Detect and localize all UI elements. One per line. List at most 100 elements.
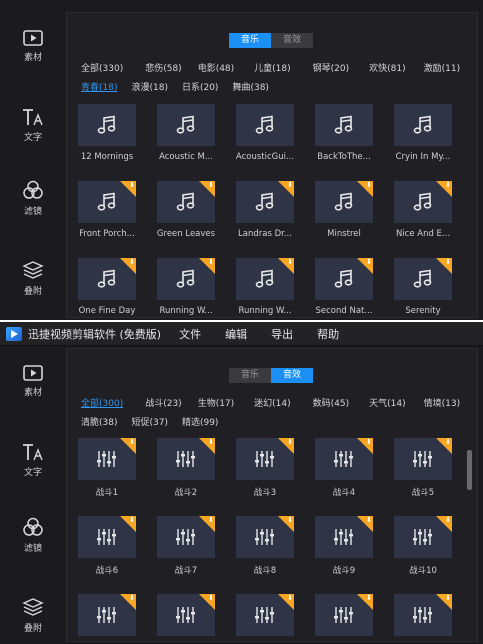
sidebar-item-filter[interactable]: 滤镜 xyxy=(0,180,66,217)
asset-thumbnail[interactable]: ⬇ xyxy=(315,594,373,636)
category-chip[interactable]: 全部(300) xyxy=(81,398,123,410)
asset-tile[interactable]: ⬇ 战斗6 xyxy=(78,516,136,576)
asset-thumbnail[interactable]: ⬇ xyxy=(78,516,136,558)
asset-thumbnail[interactable]: ⬇ xyxy=(157,516,215,558)
category-chip[interactable]: 日系(20) xyxy=(182,82,218,94)
asset-tile[interactable]: 12 Mornings xyxy=(78,104,136,162)
asset-thumbnail[interactable]: ⬇ xyxy=(157,594,215,636)
category-chip[interactable]: 精选(99) xyxy=(182,417,218,429)
category-chip[interactable]: 迷幻(14) xyxy=(254,398,290,410)
asset-tile[interactable]: ⬇ 战斗10 xyxy=(394,516,452,576)
asset-thumbnail[interactable]: ⬇ xyxy=(78,258,136,300)
asset-thumbnail[interactable]: ⬇ xyxy=(157,181,215,223)
asset-thumbnail[interactable]: ⬇ xyxy=(394,258,452,300)
asset-thumbnail[interactable] xyxy=(315,104,373,146)
sidebar-item-media[interactable]: 素材 xyxy=(0,365,66,398)
asset-tile[interactable]: ⬇ Running W... xyxy=(236,258,294,316)
asset-thumbnail[interactable]: ⬇ xyxy=(236,516,294,558)
asset-tile[interactable]: ⬇ xyxy=(236,594,294,642)
asset-tile[interactable]: ⬇ xyxy=(157,594,215,642)
asset-thumbnail[interactable]: ⬇ xyxy=(315,438,373,480)
asset-tile[interactable]: Cryin In My... xyxy=(394,104,452,162)
asset-thumbnail[interactable]: ⬇ xyxy=(78,438,136,480)
asset-tile[interactable]: ⬇ 战斗3 xyxy=(236,438,294,498)
asset-tile[interactable]: ⬇ 战斗1 xyxy=(78,438,136,498)
asset-thumbnail[interactable]: ⬇ xyxy=(78,594,136,636)
sidebar-item-filter[interactable]: 滤镜 xyxy=(0,517,66,554)
asset-thumbnail[interactable] xyxy=(78,104,136,146)
sidebar-item-text[interactable]: 文字 xyxy=(0,443,66,478)
asset-tile[interactable]: ⬇ One Fine Day xyxy=(78,258,136,316)
asset-tile[interactable]: ⬇ xyxy=(78,594,136,642)
asset-tile[interactable]: ⬇ Serenity xyxy=(394,258,452,316)
menu-edit[interactable]: 编辑 xyxy=(225,326,247,342)
tab-music[interactable]: 音乐 xyxy=(229,368,271,383)
asset-thumbnail[interactable]: ⬇ xyxy=(236,258,294,300)
asset-tile[interactable]: ⬇ xyxy=(315,594,373,642)
tab-music[interactable]: 音乐 xyxy=(229,33,271,48)
asset-tile[interactable]: ⬇ Landras Dr... xyxy=(236,181,294,239)
menu-help[interactable]: 帮助 xyxy=(317,326,339,342)
asset-tile[interactable]: ⬇ 战斗4 xyxy=(315,438,373,498)
asset-thumbnail[interactable]: ⬇ xyxy=(236,438,294,480)
asset-thumbnail[interactable]: ⬇ xyxy=(236,181,294,223)
asset-thumbnail[interactable]: ⬇ xyxy=(394,516,452,558)
asset-tile[interactable]: ⬇ 战斗2 xyxy=(157,438,215,498)
sidebar-item-media[interactable]: 素材 xyxy=(0,30,66,63)
tab-sound-effects[interactable]: 音效 xyxy=(271,33,313,48)
category-chip[interactable]: 生物(17) xyxy=(198,398,234,410)
menu-export[interactable]: 导出 xyxy=(271,326,293,342)
category-chip[interactable]: 天气(14) xyxy=(369,398,405,410)
asset-thumbnail[interactable] xyxy=(236,104,294,146)
sidebar-item-overlay[interactable]: 叠附 xyxy=(0,260,66,297)
asset-thumbnail[interactable]: ⬇ xyxy=(157,438,215,480)
asset-tile[interactable]: BackToThe... xyxy=(315,104,373,162)
category-chip[interactable]: 激励(11) xyxy=(424,63,460,75)
asset-tile[interactable]: ⬇ Running W... xyxy=(157,258,215,316)
category-chip[interactable]: 浪漫(18) xyxy=(131,82,167,94)
asset-thumbnail[interactable]: ⬇ xyxy=(78,181,136,223)
asset-tile[interactable]: ⬇ Nice And E... xyxy=(394,181,452,239)
category-chip[interactable]: 短促(37) xyxy=(131,417,167,429)
asset-thumbnail[interactable]: ⬇ xyxy=(394,438,452,480)
asset-thumbnail[interactable] xyxy=(157,104,215,146)
asset-tile[interactable]: ⬇ Second Nat... xyxy=(315,258,373,316)
category-chip[interactable]: 青春(18) xyxy=(81,82,117,94)
asset-tile[interactable]: ⬇ xyxy=(394,594,452,642)
category-chip[interactable]: 清脆(38) xyxy=(81,417,117,429)
menu-file[interactable]: 文件 xyxy=(179,326,201,342)
asset-tile[interactable]: ⬇ 战斗5 xyxy=(394,438,452,498)
asset-thumbnail[interactable]: ⬇ xyxy=(394,594,452,636)
category-chip[interactable]: 电影(48) xyxy=(198,63,234,75)
asset-thumbnail[interactable]: ⬇ xyxy=(236,594,294,636)
asset-tile[interactable]: Acoustic M... xyxy=(157,104,215,162)
asset-tile[interactable]: ⬇ 战斗8 xyxy=(236,516,294,576)
asset-thumbnail[interactable]: ⬇ xyxy=(394,181,452,223)
asset-tile[interactable]: AcousticGui... xyxy=(236,104,294,162)
asset-tile[interactable]: ⬇ Minstrel xyxy=(315,181,373,239)
asset-thumbnail[interactable]: ⬇ xyxy=(157,258,215,300)
category-chip[interactable]: 数码(45) xyxy=(313,398,349,410)
category-chip[interactable]: 情境(13) xyxy=(424,398,460,410)
asset-thumbnail[interactable]: ⬇ xyxy=(315,258,373,300)
sidebar-item-text[interactable]: 文字 xyxy=(0,108,66,143)
category-chip[interactable]: 悲伤(58) xyxy=(145,63,181,75)
asset-thumbnail[interactable]: ⬇ xyxy=(315,516,373,558)
asset-tile[interactable]: ⬇ Green Leaves xyxy=(157,181,215,239)
asset-thumbnail[interactable] xyxy=(394,104,452,146)
asset-title: Cryin In My... xyxy=(395,152,451,162)
asset-tile[interactable]: ⬇ 战斗9 xyxy=(315,516,373,576)
category-chip[interactable]: 钢琴(20) xyxy=(313,63,349,75)
category-chip[interactable]: 全部(330) xyxy=(81,63,123,75)
category-chip[interactable]: 战斗(23) xyxy=(145,398,181,410)
category-chip[interactable]: 欢快(81) xyxy=(369,63,405,75)
asset-title: 战斗2 xyxy=(174,488,198,498)
sidebar-item-overlay[interactable]: 叠附 xyxy=(0,597,66,634)
category-chip[interactable]: 儿童(18) xyxy=(254,63,290,75)
scrollbar-thumb[interactable] xyxy=(467,450,472,490)
asset-tile[interactable]: ⬇ Front Porch... xyxy=(78,181,136,239)
asset-tile[interactable]: ⬇ 战斗7 xyxy=(157,516,215,576)
category-chip[interactable]: 舞曲(38) xyxy=(232,82,268,94)
asset-thumbnail[interactable]: ⬇ xyxy=(315,181,373,223)
tab-sound-effects[interactable]: 音效 xyxy=(271,368,313,383)
